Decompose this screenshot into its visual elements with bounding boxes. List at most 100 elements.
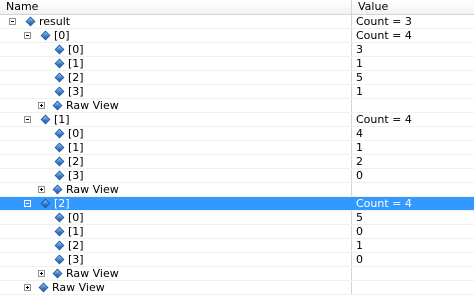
row-label: [0] (54, 29, 70, 42)
name-cell: [0] (0, 211, 352, 224)
expand-icon[interactable] (38, 270, 45, 277)
value-cell: 3 (356, 43, 363, 56)
field-icon (25, 16, 36, 27)
expand-icon[interactable] (38, 186, 45, 193)
tree-row[interactable]: [2] 5 (0, 71, 474, 85)
field-icon (54, 58, 65, 69)
name-cell: [1] (0, 141, 352, 154)
field-icon (54, 72, 65, 83)
value-cell: Count = 4 (356, 197, 412, 210)
collapse-icon[interactable] (9, 18, 16, 25)
name-cell: [2] (0, 155, 352, 168)
tree-row[interactable]: [2] 2 (0, 155, 474, 169)
row-label: [2] (68, 155, 84, 168)
name-cell: [0] (0, 43, 352, 56)
field-icon (38, 282, 49, 293)
row-label: [3] (68, 253, 84, 266)
value-cell: Count = 4 (356, 113, 412, 126)
field-icon (40, 30, 51, 41)
name-cell: [0] (0, 127, 352, 140)
collapse-icon[interactable] (24, 200, 31, 207)
raw-view-row[interactable]: Raw View (0, 183, 474, 197)
value-cell: 5 (356, 211, 363, 224)
value-column-header[interactable]: Value (352, 0, 474, 14)
value-cell (352, 281, 474, 294)
column-header: Name Value (0, 0, 474, 15)
value-cell: 1 (356, 141, 363, 154)
tree-row[interactable]: [1] Count = 4 (0, 113, 474, 127)
collapse-icon[interactable] (24, 32, 31, 39)
name-column-header[interactable]: Name (0, 0, 352, 14)
value-cell: 0 (356, 225, 363, 238)
tree-row[interactable]: [0] 5 (0, 211, 474, 225)
row-label: [0] (68, 43, 84, 56)
row-label: Raw View (66, 267, 119, 280)
field-icon (40, 114, 51, 125)
field-icon (54, 44, 65, 55)
name-cell: result (0, 15, 352, 28)
row-label: [2] (54, 197, 70, 210)
field-icon (40, 198, 51, 209)
name-cell: Raw View (0, 281, 352, 294)
row-label: [3] (68, 85, 84, 98)
row-label: [2] (68, 239, 84, 252)
name-cell: [2] (0, 239, 352, 252)
field-icon (52, 184, 63, 195)
name-cell: [1] (0, 57, 352, 70)
tree-row[interactable]: [3] 0 (0, 253, 474, 267)
expand-icon[interactable] (38, 102, 45, 109)
name-cell: [1] (0, 225, 352, 238)
tree-row[interactable]: [2] 1 (0, 239, 474, 253)
row-label: [3] (68, 169, 84, 182)
tree-row[interactable]: [0] Count = 4 (0, 29, 474, 43)
value-cell: 5 (356, 71, 363, 84)
field-icon (54, 254, 65, 265)
row-label: [1] (68, 57, 84, 70)
value-cell: 1 (356, 239, 363, 252)
row-label: Raw View (66, 99, 119, 112)
name-cell: [3] (0, 85, 352, 98)
name-cell: [3] (0, 169, 352, 182)
row-label: [2] (68, 71, 84, 84)
raw-view-row[interactable]: Raw View (0, 267, 474, 281)
value-cell: 2 (356, 155, 363, 168)
row-label: [1] (54, 113, 70, 126)
value-cell: 4 (356, 127, 363, 140)
tree-row[interactable]: [1] 1 (0, 141, 474, 155)
row-label: [0] (68, 211, 84, 224)
field-icon (54, 240, 65, 251)
tree-row[interactable]: [2] Count = 4 (0, 197, 474, 211)
name-cell: [2] (0, 71, 352, 84)
value-cell: 0 (356, 253, 363, 266)
name-cell: Raw View (0, 183, 352, 196)
value-cell (352, 183, 474, 196)
tree-row[interactable]: [3] 1 (0, 85, 474, 99)
value-cell (352, 99, 474, 112)
row-label: [0] (68, 127, 84, 140)
field-icon (54, 142, 65, 153)
name-cell: [0] (0, 29, 352, 42)
value-cell: 0 (356, 169, 363, 182)
field-icon (54, 128, 65, 139)
tree-row[interactable]: [3] 0 (0, 169, 474, 183)
row-label: Raw View (66, 183, 119, 196)
tree-rows: result Count = 3 [0] Count = 4 [0] 3 [1] 1 [2] 5[… (0, 15, 474, 295)
expand-icon[interactable] (24, 284, 31, 291)
name-cell: [2] (0, 197, 352, 210)
tree-row[interactable]: [0] 4 (0, 127, 474, 141)
raw-view-row[interactable]: Raw View (0, 99, 474, 113)
value-cell: 1 (356, 85, 363, 98)
tree-row[interactable]: [1] 0 (0, 225, 474, 239)
row-label: Raw View (52, 281, 105, 294)
name-cell: [3] (0, 253, 352, 266)
row-label: [1] (68, 141, 84, 154)
tree-row[interactable]: [0] 3 (0, 43, 474, 57)
raw-view-row[interactable]: Raw View (0, 281, 474, 295)
field-icon (52, 100, 63, 111)
row-label: [1] (68, 225, 84, 238)
field-icon (54, 170, 65, 181)
tree-row[interactable]: result Count = 3 (0, 15, 474, 29)
collapse-icon[interactable] (24, 116, 31, 123)
tree-row[interactable]: [1] 1 (0, 57, 474, 71)
field-icon (52, 268, 63, 279)
